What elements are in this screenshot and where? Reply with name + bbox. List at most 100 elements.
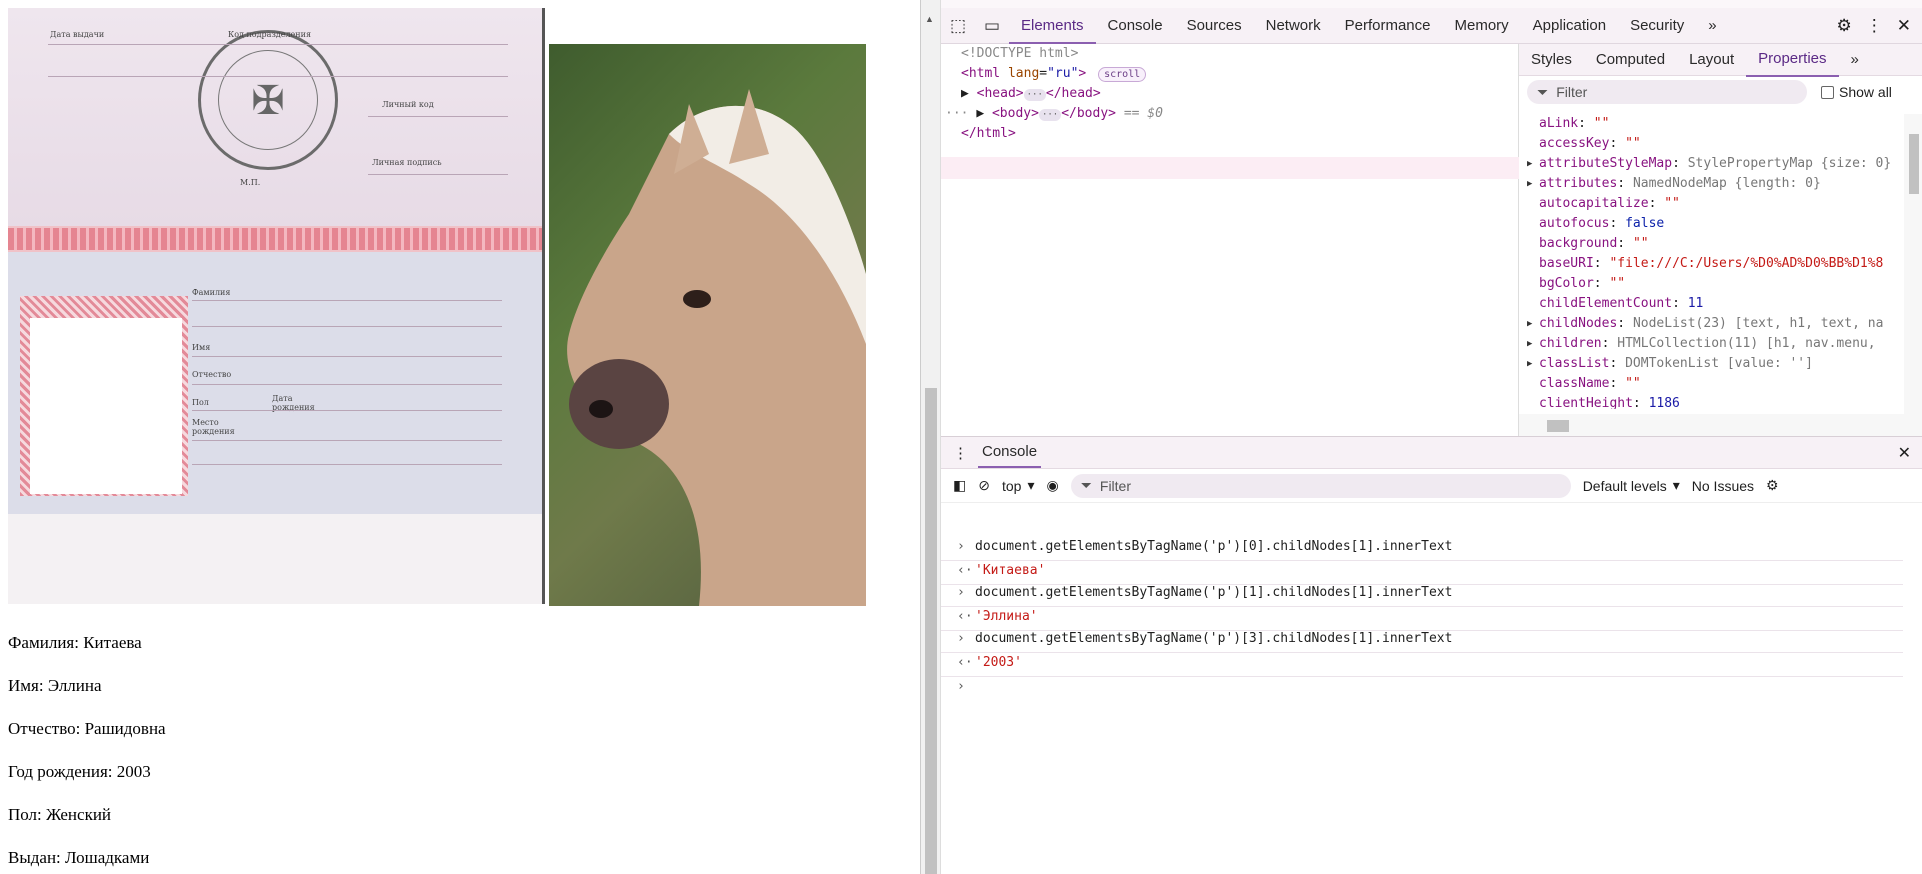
property-row[interactable]: clientHeight: 1186 [1519, 394, 1904, 409]
show-all-checkbox[interactable]: Show all [1821, 84, 1892, 100]
elements-tree[interactable]: <!DOCTYPE html> <html lang="ru"> scroll … [941, 44, 1519, 482]
page-scrollbar[interactable]: ▲ [921, 0, 941, 874]
property-key: bgColor [1539, 276, 1594, 291]
label-division-code: Код подразделения [228, 30, 311, 39]
tab-styles[interactable]: Styles [1519, 44, 1584, 76]
property-row[interactable]: autocapitalize: "" [1519, 194, 1904, 214]
console-filter-input[interactable]: ⏷ Filter [1070, 473, 1571, 498]
properties-filter-input[interactable]: ⏷ Filter [1527, 80, 1807, 104]
close-drawer-icon[interactable]: ✕ [1898, 443, 1922, 463]
property-row[interactable]: aLink: "" [1519, 114, 1904, 134]
scroll-badge[interactable]: scroll [1098, 67, 1147, 82]
property-value: DOMTokenList [value: ''] [1625, 356, 1813, 371]
context-selector[interactable]: top ▾ [1002, 477, 1035, 494]
tab-console[interactable]: Console [1096, 8, 1175, 44]
label-name: Имя [192, 343, 211, 352]
info-sex: Пол: Женский [8, 805, 112, 824]
property-value: "file:///C:/Users/%D0%AD%D0%BB%D1%8 [1609, 256, 1884, 271]
properties-vertical-scrollbar[interactable] [1904, 114, 1922, 414]
property-row[interactable]: autofocus: false [1519, 214, 1904, 234]
html-close-node[interactable]: </html> [961, 124, 1016, 144]
expand-triangle-icon[interactable]: ▶ [976, 106, 984, 121]
console-settings-gear-icon[interactable]: ⚙ [1766, 477, 1779, 494]
property-key: accessKey [1539, 136, 1610, 151]
property-row[interactable]: ▶ classList: DOMTokenList [value: ''] [1519, 354, 1904, 374]
tab-security[interactable]: Security [1618, 8, 1696, 44]
property-value: StylePropertyMap {size: 0} [1687, 156, 1892, 171]
tab-properties[interactable]: Properties [1746, 43, 1839, 77]
property-value: "" [1593, 116, 1610, 131]
property-key: attributes [1539, 176, 1618, 191]
property-key: background [1539, 236, 1618, 251]
tab-performance[interactable]: Performance [1333, 8, 1443, 44]
expand-triangle-icon[interactable]: ▶ [1527, 174, 1532, 194]
info-patronymic: Отчество: Рашидовна [8, 719, 166, 738]
live-expression-eye-icon[interactable]: ◉ [1046, 477, 1058, 494]
head-node[interactable]: ▶ <head> ··· </head> [961, 84, 1101, 104]
property-key: attributeStyleMap [1539, 156, 1673, 171]
property-key: baseURI [1539, 256, 1594, 271]
checkbox-box[interactable] [1821, 85, 1834, 99]
html-node[interactable]: <html lang="ru"> scroll [961, 64, 1147, 84]
inspect-element-icon[interactable]: ⬚ [941, 16, 975, 36]
property-key: className [1539, 376, 1610, 391]
tab-sources[interactable]: Sources [1175, 8, 1254, 44]
expand-triangle-icon[interactable]: ▶ [1527, 154, 1532, 174]
clear-console-icon[interactable]: ⊘ [978, 477, 990, 494]
property-row[interactable]: ▶ attributes: NamedNodeMap {length: 0} [1519, 174, 1904, 194]
tab-memory[interactable]: Memory [1443, 8, 1521, 44]
properties-horizontal-scrollbar[interactable] [1519, 414, 1922, 436]
tab-elements[interactable]: Elements [1009, 8, 1096, 44]
passport-photo-area [30, 318, 182, 494]
console-text: document.getElementsByTagName('p')[1].ch… [975, 585, 1453, 600]
tab-layout[interactable]: Layout [1677, 44, 1746, 76]
expand-triangle-icon[interactable]: ▶ [1527, 314, 1532, 334]
drawer-menu-icon[interactable]: ⋮ [953, 444, 968, 462]
property-row[interactable]: baseURI: "file:///C:/Users/%D0%AD%D0%BB%… [1519, 254, 1904, 274]
property-value: "" [1632, 236, 1649, 251]
properties-list[interactable]: aLink: "" accessKey: "" ▶ attributeStyleMap… [1519, 114, 1904, 409]
selected-ref: == $0 [1123, 106, 1163, 121]
device-toolbar-icon[interactable]: ▭ [975, 16, 1009, 36]
node-actions-dots[interactable]: ··· [945, 106, 968, 121]
property-row[interactable]: ▶ attributeStyleMap: StylePropertyMap {si… [1519, 154, 1904, 174]
label-signature: Личная подпись [372, 158, 442, 167]
collapsed-ellipsis[interactable]: ··· [1023, 89, 1046, 101]
doctype-node[interactable]: <!DOCTYPE html> [961, 44, 1078, 64]
more-tabs-icon[interactable]: » [1696, 8, 1728, 44]
sidebar-toggle-icon[interactable]: ◧ [953, 477, 966, 494]
info-name: Имя: Эллина [8, 676, 102, 695]
expand-triangle-icon[interactable]: ▶ [961, 86, 969, 101]
log-levels-dropdown[interactable]: Default levels ▾ [1583, 477, 1680, 494]
property-row[interactable]: bgColor: "" [1519, 274, 1904, 294]
body-node[interactable]: ··· ▶ <body> ··· </body> == $0 [945, 104, 1163, 124]
settings-gear-icon[interactable]: ⚙ [1837, 16, 1852, 36]
property-key: clientHeight [1539, 396, 1633, 409]
issues-button[interactable]: No Issues [1692, 478, 1754, 494]
scrollbar-thumb[interactable] [925, 388, 937, 874]
property-row[interactable]: className: "" [1519, 374, 1904, 394]
property-row[interactable]: ▶ childNodes: NodeList(23) [text, h1, tex… [1519, 314, 1904, 334]
expand-triangle-icon[interactable]: ▶ [1527, 334, 1532, 354]
console-text: document.getElementsByTagName('p')[3].ch… [975, 631, 1453, 646]
devtools-panel: ▲ ⬚ ▭ Elements Console Sources Network P… [920, 0, 1922, 874]
tab-network[interactable]: Network [1254, 8, 1333, 44]
label-personal-code: Личный код [382, 100, 434, 109]
property-value: false [1625, 216, 1665, 231]
kebab-menu-icon[interactable]: ⋮ [1866, 16, 1883, 36]
collapsed-ellipsis[interactable]: ··· [1038, 109, 1062, 121]
property-row[interactable]: ▶ children: HTMLCollection(11) [h1, nav.m… [1519, 334, 1904, 354]
property-row[interactable]: accessKey: "" [1519, 134, 1904, 154]
drawer-tab-console[interactable]: Console [978, 437, 1042, 468]
expand-triangle-icon[interactable]: ▶ [1527, 354, 1532, 374]
more-subtabs-icon[interactable]: » [1839, 44, 1871, 76]
console-text: 'Китаева' [975, 563, 1046, 578]
tab-application[interactable]: Application [1521, 8, 1618, 44]
scroll-up-arrow-icon[interactable]: ▲ [925, 14, 934, 24]
console-prompt[interactable]: › [941, 673, 1903, 701]
tab-computed[interactable]: Computed [1584, 44, 1677, 76]
close-devtools-icon[interactable]: ✕ [1897, 16, 1911, 36]
property-row[interactable]: background: "" [1519, 234, 1904, 254]
console-text: '2003' [975, 655, 1022, 670]
property-row[interactable]: childElementCount: 11 [1519, 294, 1904, 314]
